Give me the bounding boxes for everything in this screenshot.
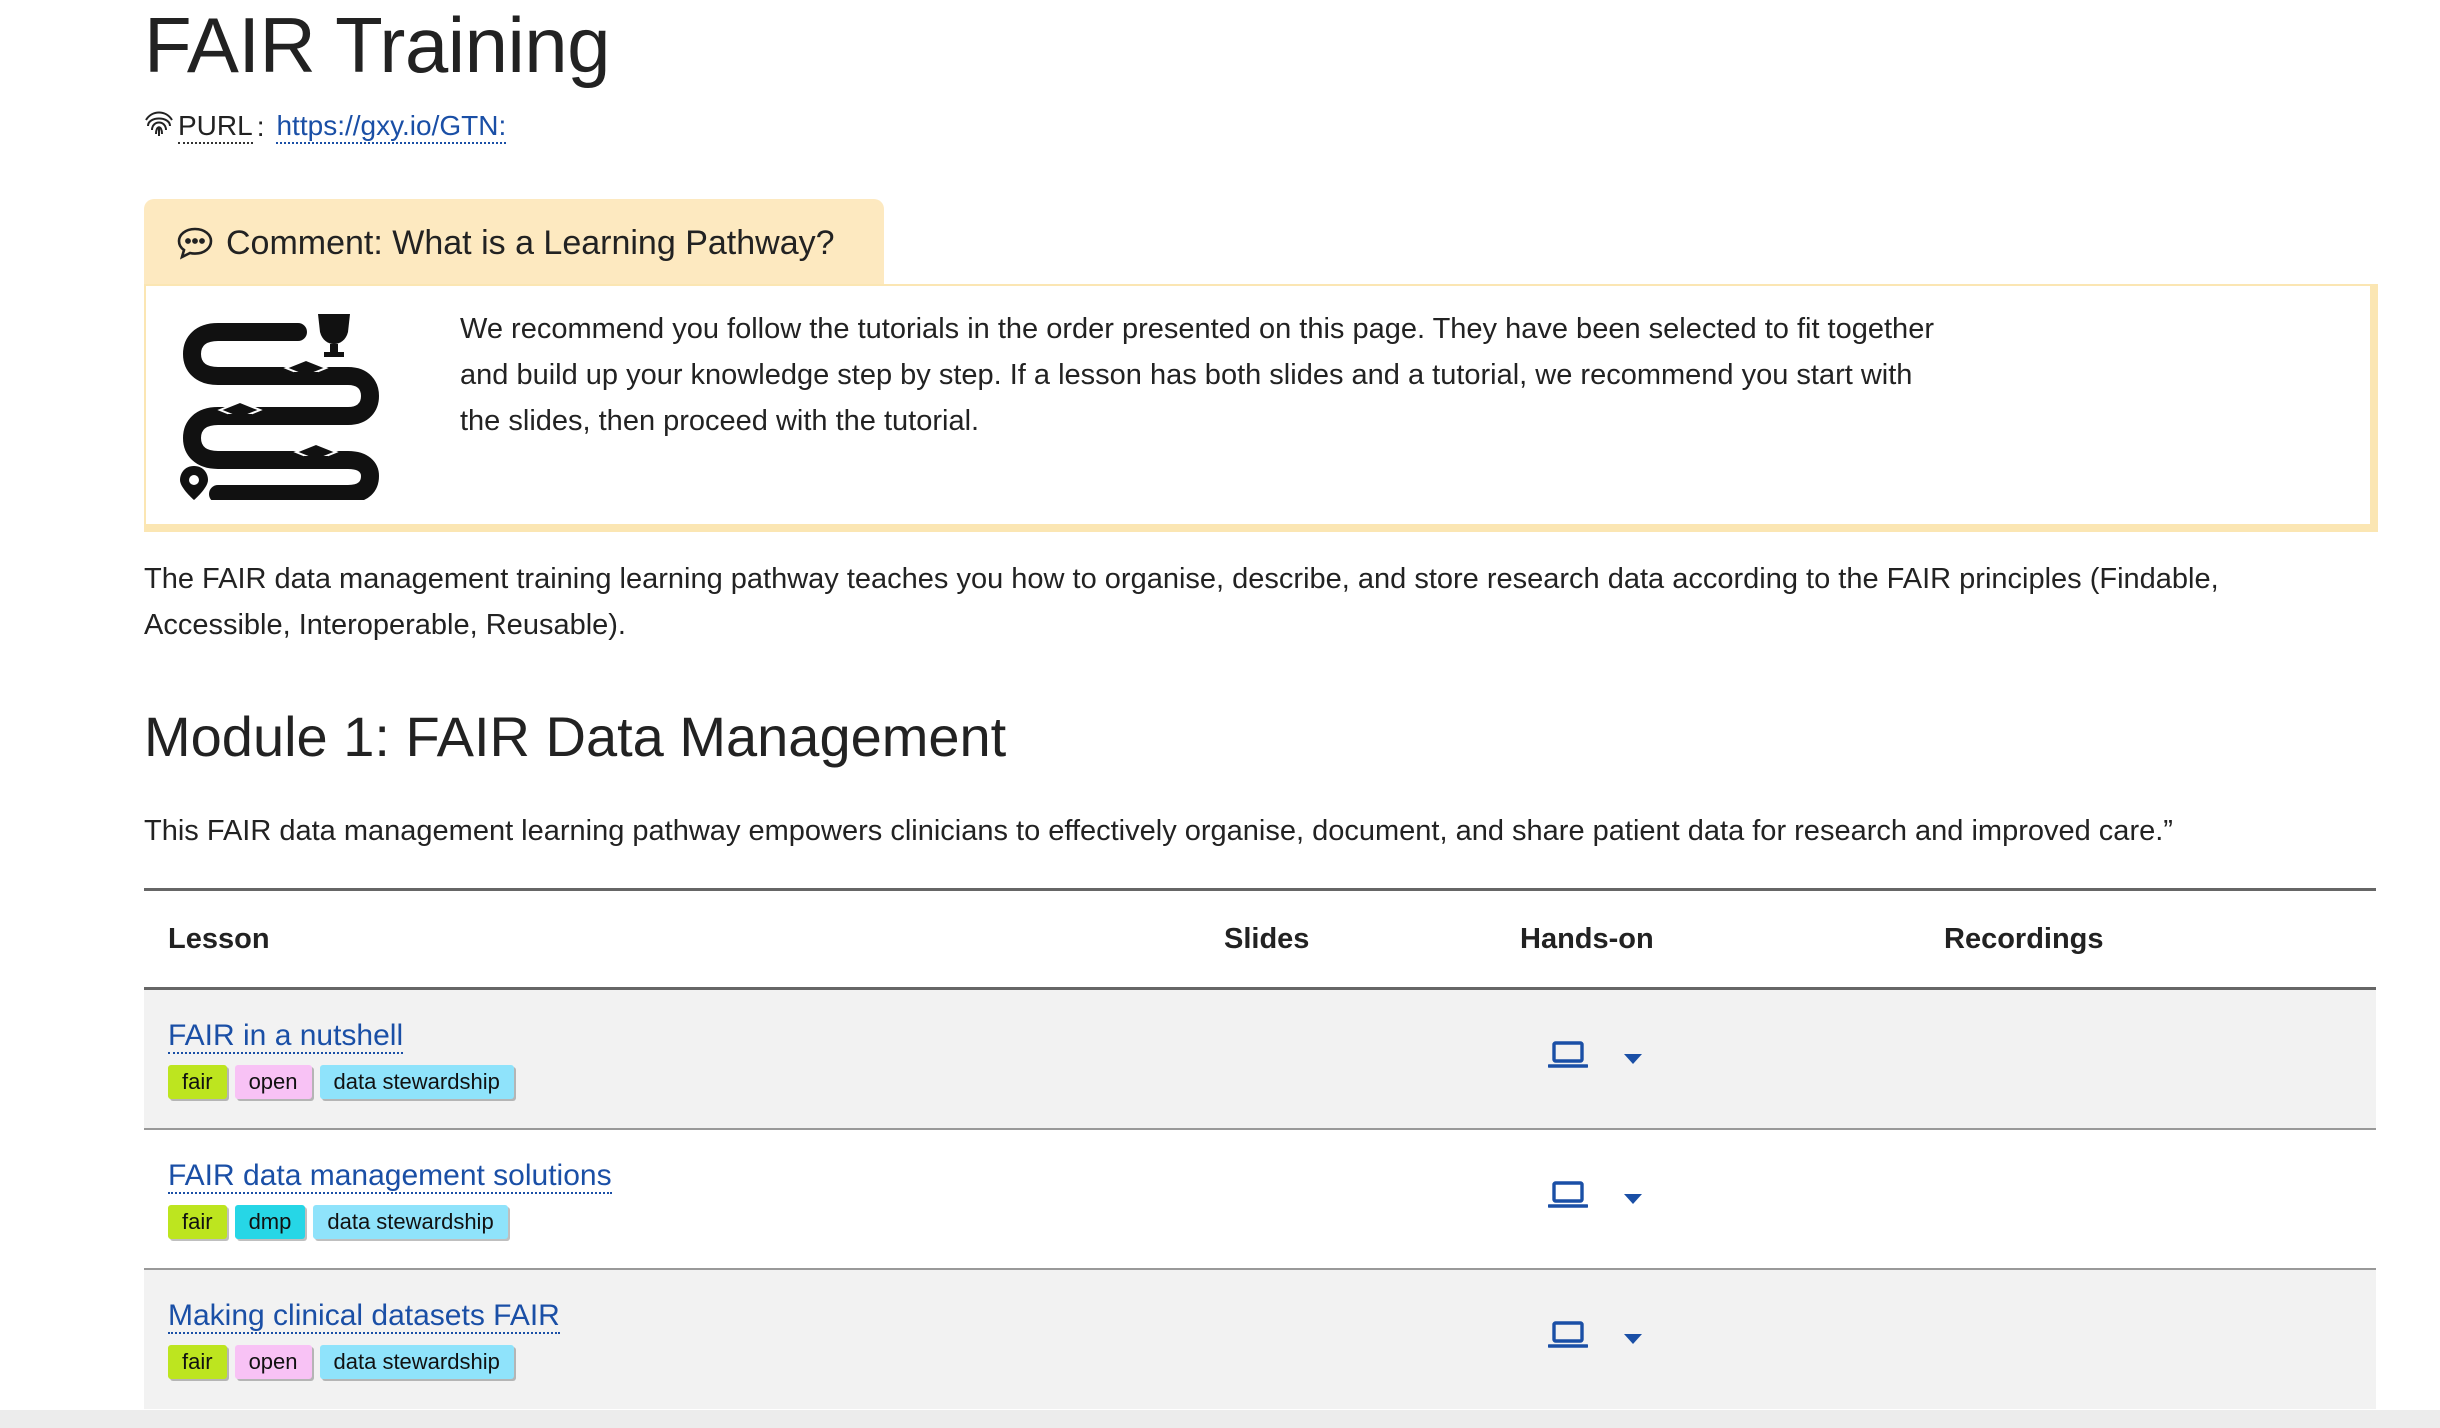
comment-title: Comment: What is a Learning Pathway? bbox=[226, 223, 835, 262]
caret-down-icon[interactable] bbox=[1624, 1053, 1642, 1064]
learning-pathway-icon bbox=[178, 310, 390, 503]
recordings-cell bbox=[1920, 1269, 2376, 1409]
handson-cell bbox=[1520, 1040, 1896, 1078]
tag-open[interactable]: open bbox=[234, 1064, 312, 1099]
purl-link[interactable]: https://gxy.io/GTN: bbox=[276, 110, 507, 144]
comment-icon bbox=[176, 226, 214, 260]
lesson-link[interactable]: FAIR in a nutshell bbox=[168, 1018, 404, 1054]
table-header-row: Lesson Slides Hands-on Recordings bbox=[144, 889, 2376, 989]
header-recordings: Recordings bbox=[1944, 922, 2104, 955]
slides-cell bbox=[1200, 1129, 1496, 1269]
comment-header: Comment: What is a Learning Pathway? bbox=[144, 199, 884, 287]
tag-list: fair open data stewardship bbox=[168, 1064, 1176, 1099]
lessons-table: Lesson Slides Hands-on Recordings FAIR i… bbox=[144, 888, 2376, 1409]
table-row: Making clinical datasets FAIR fair open … bbox=[144, 1268, 2376, 1409]
caret-down-icon[interactable] bbox=[1624, 1193, 1642, 1204]
purl-label: PURL bbox=[178, 110, 253, 144]
tag-data-stewardship[interactable]: data stewardship bbox=[319, 1345, 514, 1379]
tag-open[interactable]: open bbox=[234, 1345, 312, 1379]
handson-cell bbox=[1520, 1320, 1896, 1358]
handson-cell bbox=[1520, 1180, 1896, 1218]
recordings-cell bbox=[1920, 1129, 2376, 1269]
comment-body: We recommend you follow the tutorials in… bbox=[144, 284, 2378, 532]
laptop-icon[interactable] bbox=[1547, 1320, 1589, 1358]
tag-data-stewardship[interactable]: data stewardship bbox=[313, 1204, 508, 1239]
intro-paragraph: The FAIR data management training learni… bbox=[144, 563, 2219, 641]
lesson-link[interactable]: Making clinical datasets FAIR bbox=[168, 1299, 560, 1334]
caret-down-icon[interactable] bbox=[1624, 1334, 1642, 1344]
recordings-cell bbox=[1920, 989, 2376, 1129]
purl-line: PURL: https://gxy.io/GTN: bbox=[144, 108, 507, 145]
header-handson: Hands-on bbox=[1520, 922, 1654, 955]
module-description: This FAIR data management learning pathw… bbox=[144, 815, 2173, 847]
fingerprint-icon bbox=[144, 108, 174, 145]
tag-fair[interactable]: fair bbox=[168, 1345, 227, 1379]
module-title: Module 1: FAIR Data Management bbox=[144, 705, 1007, 768]
tag-list: fair open data stewardship bbox=[168, 1345, 1176, 1379]
lesson-link[interactable]: FAIR data management solutions bbox=[168, 1158, 612, 1194]
window-bottom-edge bbox=[0, 1410, 2440, 1428]
header-lesson: Lesson bbox=[168, 922, 270, 955]
tag-data-stewardship[interactable]: data stewardship bbox=[319, 1064, 514, 1099]
tag-fair[interactable]: fair bbox=[168, 1064, 227, 1099]
laptop-icon[interactable] bbox=[1547, 1180, 1589, 1218]
laptop-icon[interactable] bbox=[1547, 1040, 1589, 1078]
slides-cell bbox=[1200, 1269, 1496, 1409]
comment-text: We recommend you follow the tutorials in… bbox=[460, 313, 1934, 437]
page-title: FAIR Training bbox=[144, 1, 611, 89]
table-row: FAIR data management solutions fair dmp … bbox=[144, 1129, 2376, 1269]
tag-fair[interactable]: fair bbox=[168, 1204, 227, 1239]
slides-cell bbox=[1200, 989, 1496, 1129]
tag-list: fair dmp data stewardship bbox=[168, 1204, 1176, 1239]
purl-separator: : bbox=[256, 110, 265, 142]
header-slides: Slides bbox=[1224, 922, 1310, 955]
table-row: FAIR in a nutshell fair open data stewar… bbox=[144, 988, 2376, 1129]
tag-dmp[interactable]: dmp bbox=[234, 1204, 306, 1239]
